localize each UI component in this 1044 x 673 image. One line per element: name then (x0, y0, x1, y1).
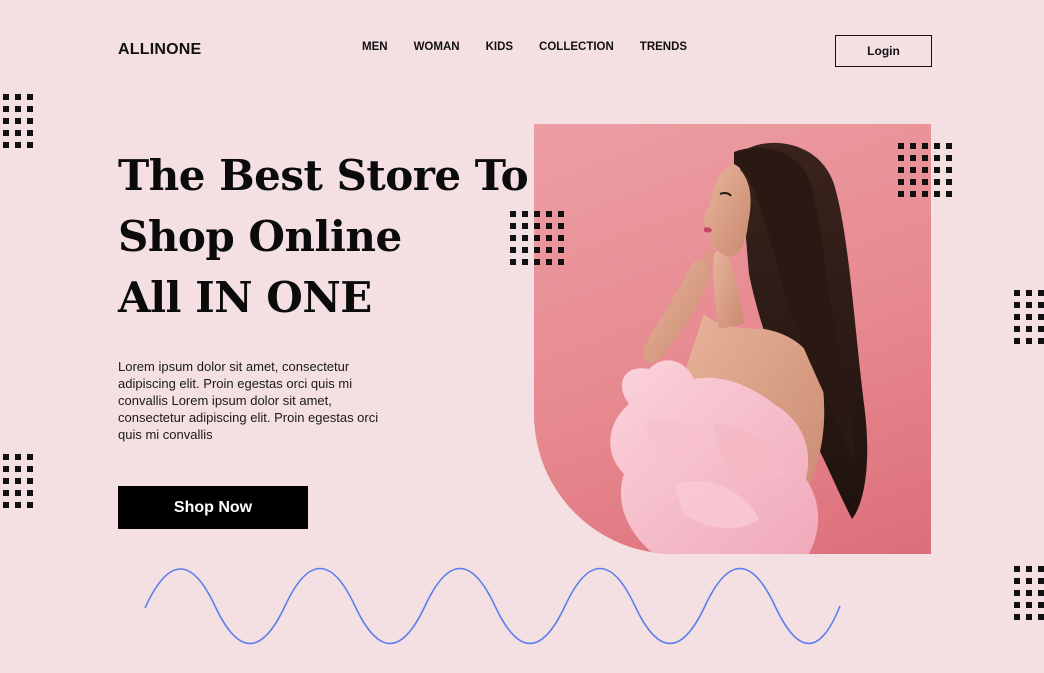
dot-grid-decoration (3, 454, 33, 508)
shop-now-button[interactable]: Shop Now (118, 486, 308, 529)
nav-trends[interactable]: TRENDS (640, 41, 687, 53)
wave-decoration (144, 567, 841, 645)
headline-line-1: The Best Store To (118, 151, 529, 200)
model-illustration (610, 142, 868, 554)
login-button[interactable]: Login (835, 35, 932, 67)
dot-grid-decoration (3, 94, 33, 148)
main-nav: MEN WOMAN KIDS COLLECTION TRENDS (362, 41, 687, 53)
hero-headline: The Best Store To Shop Online All IN ONE (118, 145, 529, 328)
nav-kids[interactable]: KIDS (486, 41, 513, 53)
hero-description: Lorem ipsum dolor sit amet, consectetur … (118, 359, 379, 442)
logo[interactable]: ALLINONE (118, 41, 201, 59)
nav-men[interactable]: MEN (362, 41, 388, 53)
headline-line-3: All IN ONE (118, 273, 372, 322)
nav-woman[interactable]: WOMAN (414, 41, 460, 53)
dot-grid-decoration (898, 143, 952, 197)
nav-collection[interactable]: COLLECTION (539, 41, 614, 53)
hero-model-image (534, 124, 931, 554)
headline-line-2: Shop Online (118, 212, 402, 261)
dot-grid-decoration (1014, 566, 1044, 620)
dot-grid-decoration (510, 211, 564, 265)
dot-grid-decoration (1014, 290, 1044, 344)
